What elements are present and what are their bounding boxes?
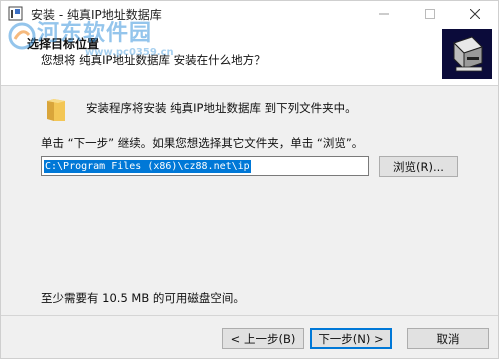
browse-button[interactable]: 浏览(R)... [379, 156, 458, 177]
install-info-text: 安装程序将安装 纯真IP地址数据库 到下列文件夹中。 [86, 101, 357, 115]
page-subtitle: 您想将 纯真IP地址数据库 安装在什么地方？ [41, 53, 266, 67]
folder-icon [47, 99, 65, 121]
maximize-icon [425, 9, 435, 19]
installer-window: 安装 - 纯真IP地址数据库 选择目标位置 您想将 纯真IP地址数据库 安装在什… [0, 0, 499, 359]
wizard-header: 选择目标位置 您想将 纯真IP地址数据库 安装在什么地方？ [1, 27, 498, 86]
installer-app-icon [8, 6, 23, 21]
minimize-icon [379, 13, 389, 15]
title-bar[interactable]: 安装 - 纯真IP地址数据库 [1, 1, 498, 27]
disk-space-text: 至少需要有 10.5 MB 的可用磁盘空间。 [41, 291, 245, 305]
next-button[interactable]: 下一步(N) > [310, 328, 392, 349]
cancel-button[interactable]: 取消 [407, 328, 489, 349]
close-icon [470, 9, 480, 19]
setup-computer-icon [442, 29, 492, 79]
minimize-button[interactable] [361, 1, 407, 27]
maximize-button[interactable] [407, 1, 453, 27]
back-button[interactable]: < 上一步(B) [222, 328, 304, 349]
footer-divider [1, 315, 498, 316]
window-title: 安装 - 纯真IP地址数据库 [31, 8, 162, 22]
instruction-text: 单击 “下一步” 继续。如果您想选择其它文件夹，单击 “浏览”。 [41, 136, 364, 150]
install-path-input[interactable]: C:\Program Files (x86)\cz88.net\ip [41, 156, 369, 176]
close-button[interactable] [452, 1, 498, 27]
page-title: 选择目标位置 [27, 37, 100, 51]
install-path-value: C:\Program Files (x86)\cz88.net\ip [44, 159, 251, 173]
